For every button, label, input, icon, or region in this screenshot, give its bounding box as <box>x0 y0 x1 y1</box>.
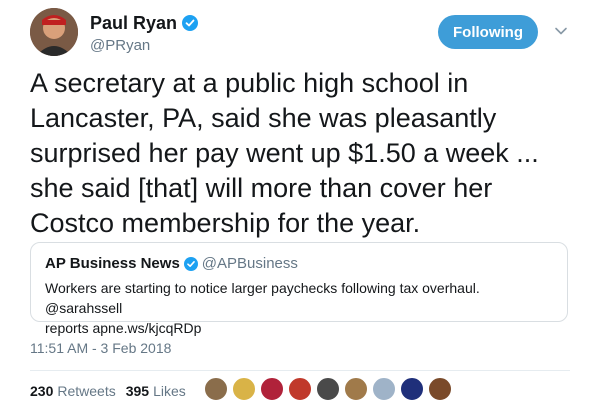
tweet-stats: 230 Retweets 395 Likes <box>30 383 196 399</box>
likes-count[interactable]: 395 <box>126 383 149 399</box>
retweets-label[interactable]: Retweets <box>57 383 115 399</box>
liker-avatar[interactable] <box>344 377 368 400</box>
verified-badge-icon <box>183 256 198 271</box>
verified-badge-icon <box>182 15 199 31</box>
quoted-author-name: AP Business News <box>45 255 180 272</box>
liker-avatar[interactable] <box>372 377 396 400</box>
author-avatar[interactable] <box>30 8 78 56</box>
tweet-text: A secretary at a public high school in L… <box>30 68 539 238</box>
author-info: Paul Ryan @PRyan <box>90 12 199 54</box>
liker-avatar[interactable] <box>260 377 284 400</box>
likes-label[interactable]: Likes <box>153 383 186 399</box>
liker-avatar[interactable] <box>316 377 340 400</box>
quoted-tweet-header: AP Business News @APBusiness <box>45 255 553 272</box>
quoted-author-handle: @APBusiness <box>201 255 298 272</box>
chevron-down-icon[interactable] <box>554 24 568 38</box>
following-button[interactable]: Following <box>438 15 538 49</box>
retweets-count[interactable]: 230 <box>30 383 53 399</box>
avatar-photo <box>30 8 78 56</box>
liker-avatar[interactable] <box>204 377 228 400</box>
author-name-row: Paul Ryan <box>90 12 199 34</box>
author-display-name[interactable]: Paul Ryan <box>90 13 177 34</box>
stats-divider <box>30 370 570 371</box>
tweet-timestamp[interactable]: 11:51 AM - 3 Feb 2018 <box>30 340 171 356</box>
liker-avatar[interactable] <box>288 377 312 400</box>
liker-avatar[interactable] <box>400 377 424 400</box>
quoted-tweet[interactable]: AP Business News @APBusiness Workers are… <box>30 242 568 336</box>
tweet-card: Paul Ryan @PRyan Following A secretary a… <box>0 0 600 400</box>
quoted-tweet-text: Workers are starting to notice larger pa… <box>45 280 480 336</box>
liker-avatars <box>204 377 456 400</box>
liker-avatar[interactable] <box>428 377 452 400</box>
author-handle[interactable]: @PRyan <box>90 37 198 54</box>
liker-avatar[interactable] <box>232 377 256 400</box>
